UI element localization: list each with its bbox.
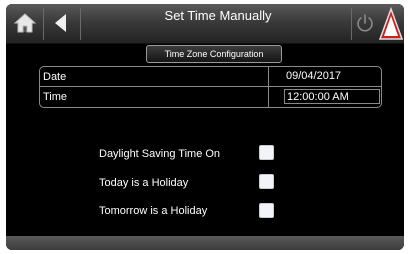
back-button[interactable] (44, 6, 78, 40)
screen-frame: Set Time Manually Time Zone Configuratio… (6, 4, 404, 250)
header-divider (80, 8, 81, 40)
table-divider (268, 87, 269, 107)
today-holiday-label: Today is a Holiday (99, 177, 189, 189)
time-label: Time (43, 91, 68, 103)
today-holiday-checkbox[interactable] (259, 174, 274, 189)
page-title: Set Time Manually (164, 8, 272, 23)
alarm-button[interactable] (378, 4, 404, 44)
table-row-time: Time 12:00:00 AM (40, 87, 381, 107)
timezone-configuration-button[interactable]: Time Zone Configuration (146, 45, 282, 63)
alarm-warning-icon (379, 7, 403, 40)
header-divider (351, 8, 352, 40)
daylight-saving-label: Daylight Saving Time On (99, 148, 221, 160)
footer-bar (6, 236, 404, 250)
header-bar: Set Time Manually (6, 4, 404, 44)
tomorrow-holiday-label: Tomorrow is a Holiday (99, 205, 208, 217)
table-divider (268, 67, 269, 87)
home-icon (13, 13, 37, 33)
date-value-field[interactable]: 09/04/2017 (284, 69, 364, 84)
date-label: Date (43, 71, 67, 83)
table-row-date: Date 09/04/2017 (40, 67, 381, 87)
power-icon (357, 14, 373, 32)
daylight-saving-checkbox[interactable] (259, 145, 274, 160)
tomorrow-holiday-checkbox[interactable] (259, 203, 274, 218)
home-button[interactable] (8, 6, 42, 40)
date-time-table: Date 09/04/2017 Time 12:00:00 AM (39, 66, 382, 108)
power-button[interactable] (353, 6, 377, 40)
time-value-field[interactable]: 12:00:00 AM (284, 89, 380, 104)
back-arrow-icon (55, 14, 66, 32)
